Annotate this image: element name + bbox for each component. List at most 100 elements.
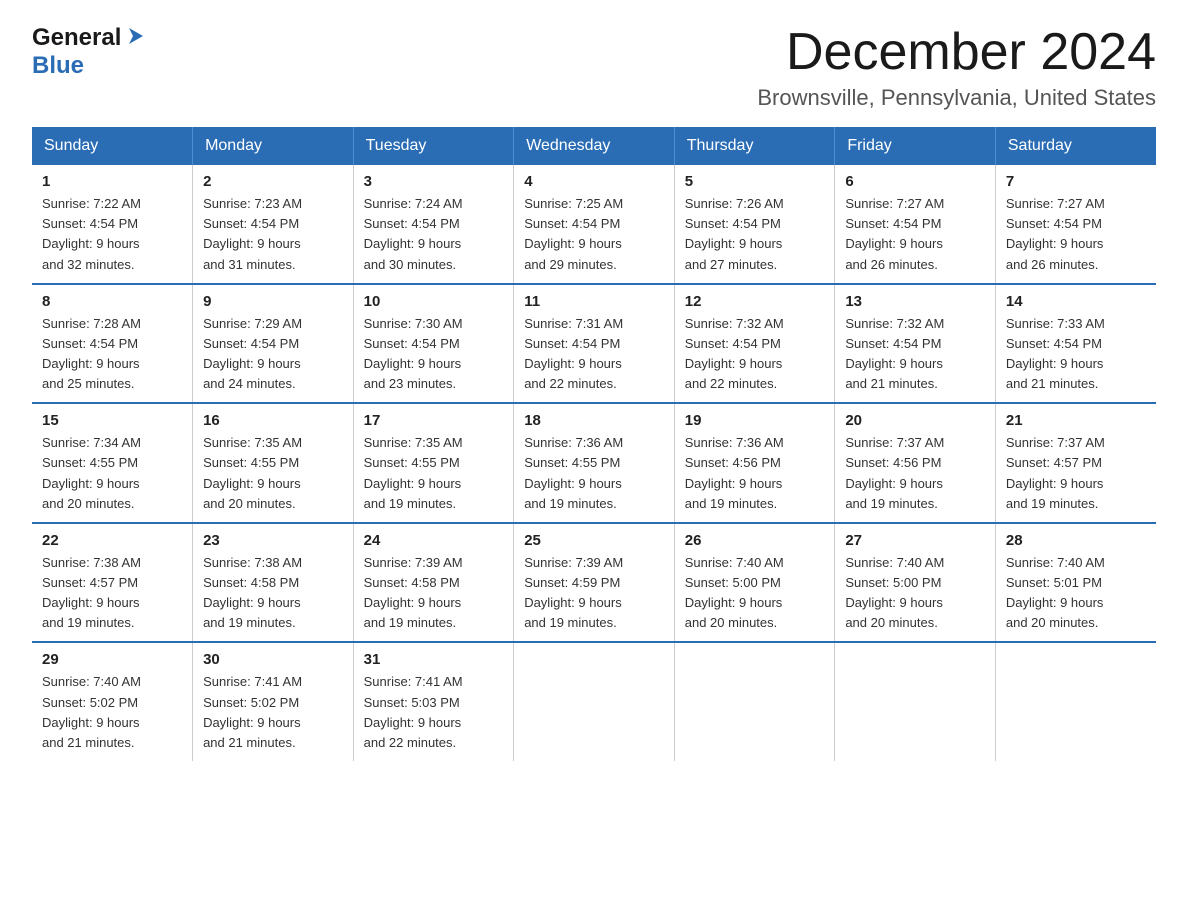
- day-number: 14: [1006, 293, 1146, 310]
- calendar-cell: 15 Sunrise: 7:34 AMSunset: 4:55 PMDaylig…: [32, 403, 193, 523]
- calendar-week-row: 1 Sunrise: 7:22 AMSunset: 4:54 PMDayligh…: [32, 165, 1156, 284]
- calendar-cell: 25 Sunrise: 7:39 AMSunset: 4:59 PMDaylig…: [514, 523, 675, 643]
- logo: General Blue: [32, 24, 145, 80]
- calendar-week-row: 8 Sunrise: 7:28 AMSunset: 4:54 PMDayligh…: [32, 284, 1156, 404]
- calendar-cell: 26 Sunrise: 7:40 AMSunset: 5:00 PMDaylig…: [674, 523, 835, 643]
- calendar-cell: 30 Sunrise: 7:41 AMSunset: 5:02 PMDaylig…: [193, 642, 354, 761]
- calendar-cell: 31 Sunrise: 7:41 AMSunset: 5:03 PMDaylig…: [353, 642, 514, 761]
- weekday-header-monday: Monday: [193, 127, 354, 165]
- weekday-header-row: SundayMondayTuesdayWednesdayThursdayFrid…: [32, 127, 1156, 165]
- day-detail: Sunrise: 7:36 AMSunset: 4:56 PMDaylight:…: [685, 433, 825, 514]
- calendar-cell: 18 Sunrise: 7:36 AMSunset: 4:55 PMDaylig…: [514, 403, 675, 523]
- weekday-header-friday: Friday: [835, 127, 996, 165]
- calendar-week-row: 15 Sunrise: 7:34 AMSunset: 4:55 PMDaylig…: [32, 403, 1156, 523]
- day-detail: Sunrise: 7:30 AMSunset: 4:54 PMDaylight:…: [364, 314, 504, 395]
- day-number: 12: [685, 293, 825, 310]
- day-number: 23: [203, 532, 343, 549]
- day-number: 5: [685, 173, 825, 190]
- calendar-week-row: 22 Sunrise: 7:38 AMSunset: 4:57 PMDaylig…: [32, 523, 1156, 643]
- calendar-week-row: 29 Sunrise: 7:40 AMSunset: 5:02 PMDaylig…: [32, 642, 1156, 761]
- day-detail: Sunrise: 7:35 AMSunset: 4:55 PMDaylight:…: [364, 433, 504, 514]
- calendar-cell: 29 Sunrise: 7:40 AMSunset: 5:02 PMDaylig…: [32, 642, 193, 761]
- day-detail: Sunrise: 7:40 AMSunset: 5:01 PMDaylight:…: [1006, 553, 1146, 634]
- day-detail: Sunrise: 7:40 AMSunset: 5:02 PMDaylight:…: [42, 672, 182, 753]
- day-number: 10: [364, 293, 504, 310]
- day-detail: Sunrise: 7:32 AMSunset: 4:54 PMDaylight:…: [845, 314, 985, 395]
- day-detail: Sunrise: 7:29 AMSunset: 4:54 PMDaylight:…: [203, 314, 343, 395]
- day-detail: Sunrise: 7:26 AMSunset: 4:54 PMDaylight:…: [685, 194, 825, 275]
- logo-general-text: General: [32, 24, 121, 52]
- day-number: 20: [845, 412, 985, 429]
- calendar-cell: 8 Sunrise: 7:28 AMSunset: 4:54 PMDayligh…: [32, 284, 193, 404]
- day-detail: Sunrise: 7:39 AMSunset: 4:58 PMDaylight:…: [364, 553, 504, 634]
- weekday-header-thursday: Thursday: [674, 127, 835, 165]
- calendar-cell: 6 Sunrise: 7:27 AMSunset: 4:54 PMDayligh…: [835, 165, 996, 284]
- calendar-cell: 12 Sunrise: 7:32 AMSunset: 4:54 PMDaylig…: [674, 284, 835, 404]
- calendar-cell: 22 Sunrise: 7:38 AMSunset: 4:57 PMDaylig…: [32, 523, 193, 643]
- day-number: 22: [42, 532, 182, 549]
- weekday-header-wednesday: Wednesday: [514, 127, 675, 165]
- day-detail: Sunrise: 7:27 AMSunset: 4:54 PMDaylight:…: [845, 194, 985, 275]
- day-number: 11: [524, 293, 664, 310]
- calendar-cell: 9 Sunrise: 7:29 AMSunset: 4:54 PMDayligh…: [193, 284, 354, 404]
- day-number: 18: [524, 412, 664, 429]
- day-number: 2: [203, 173, 343, 190]
- day-number: 1: [42, 173, 182, 190]
- day-detail: Sunrise: 7:34 AMSunset: 4:55 PMDaylight:…: [42, 433, 182, 514]
- logo-blue-text: Blue: [32, 52, 84, 79]
- month-title: December 2024: [757, 24, 1156, 81]
- day-detail: Sunrise: 7:25 AMSunset: 4:54 PMDaylight:…: [524, 194, 664, 275]
- day-detail: Sunrise: 7:31 AMSunset: 4:54 PMDaylight:…: [524, 314, 664, 395]
- day-number: 13: [845, 293, 985, 310]
- calendar-table: SundayMondayTuesdayWednesdayThursdayFrid…: [32, 127, 1156, 761]
- day-detail: Sunrise: 7:36 AMSunset: 4:55 PMDaylight:…: [524, 433, 664, 514]
- day-number: 7: [1006, 173, 1146, 190]
- day-detail: Sunrise: 7:41 AMSunset: 5:02 PMDaylight:…: [203, 672, 343, 753]
- page-header: General Blue December 2024 Brownsville, …: [32, 24, 1156, 111]
- day-detail: Sunrise: 7:37 AMSunset: 4:56 PMDaylight:…: [845, 433, 985, 514]
- day-number: 28: [1006, 532, 1146, 549]
- day-detail: Sunrise: 7:41 AMSunset: 5:03 PMDaylight:…: [364, 672, 504, 753]
- day-number: 21: [1006, 412, 1146, 429]
- day-detail: Sunrise: 7:27 AMSunset: 4:54 PMDaylight:…: [1006, 194, 1146, 275]
- day-number: 30: [203, 651, 343, 668]
- calendar-cell: 7 Sunrise: 7:27 AMSunset: 4:54 PMDayligh…: [995, 165, 1156, 284]
- day-detail: Sunrise: 7:22 AMSunset: 4:54 PMDaylight:…: [42, 194, 182, 275]
- day-number: 17: [364, 412, 504, 429]
- day-number: 6: [845, 173, 985, 190]
- day-detail: Sunrise: 7:24 AMSunset: 4:54 PMDaylight:…: [364, 194, 504, 275]
- day-number: 15: [42, 412, 182, 429]
- day-detail: Sunrise: 7:38 AMSunset: 4:57 PMDaylight:…: [42, 553, 182, 634]
- calendar-cell: 20 Sunrise: 7:37 AMSunset: 4:56 PMDaylig…: [835, 403, 996, 523]
- day-number: 16: [203, 412, 343, 429]
- calendar-cell: 28 Sunrise: 7:40 AMSunset: 5:01 PMDaylig…: [995, 523, 1156, 643]
- day-detail: Sunrise: 7:32 AMSunset: 4:54 PMDaylight:…: [685, 314, 825, 395]
- day-detail: Sunrise: 7:38 AMSunset: 4:58 PMDaylight:…: [203, 553, 343, 634]
- day-number: 4: [524, 173, 664, 190]
- day-number: 9: [203, 293, 343, 310]
- calendar-cell: 27 Sunrise: 7:40 AMSunset: 5:00 PMDaylig…: [835, 523, 996, 643]
- calendar-cell: 21 Sunrise: 7:37 AMSunset: 4:57 PMDaylig…: [995, 403, 1156, 523]
- day-number: 29: [42, 651, 182, 668]
- day-detail: Sunrise: 7:40 AMSunset: 5:00 PMDaylight:…: [845, 553, 985, 634]
- calendar-cell: 19 Sunrise: 7:36 AMSunset: 4:56 PMDaylig…: [674, 403, 835, 523]
- day-number: 25: [524, 532, 664, 549]
- day-number: 27: [845, 532, 985, 549]
- calendar-cell: 17 Sunrise: 7:35 AMSunset: 4:55 PMDaylig…: [353, 403, 514, 523]
- calendar-cell: 10 Sunrise: 7:30 AMSunset: 4:54 PMDaylig…: [353, 284, 514, 404]
- logo-arrow-icon: [125, 26, 145, 51]
- title-block: December 2024 Brownsville, Pennsylvania,…: [757, 24, 1156, 111]
- day-number: 26: [685, 532, 825, 549]
- day-detail: Sunrise: 7:28 AMSunset: 4:54 PMDaylight:…: [42, 314, 182, 395]
- location-subtitle: Brownsville, Pennsylvania, United States: [757, 85, 1156, 111]
- day-number: 24: [364, 532, 504, 549]
- day-detail: Sunrise: 7:39 AMSunset: 4:59 PMDaylight:…: [524, 553, 664, 634]
- calendar-cell: [835, 642, 996, 761]
- day-detail: Sunrise: 7:35 AMSunset: 4:55 PMDaylight:…: [203, 433, 343, 514]
- day-detail: Sunrise: 7:40 AMSunset: 5:00 PMDaylight:…: [685, 553, 825, 634]
- calendar-cell: 4 Sunrise: 7:25 AMSunset: 4:54 PMDayligh…: [514, 165, 675, 284]
- calendar-cell: 16 Sunrise: 7:35 AMSunset: 4:55 PMDaylig…: [193, 403, 354, 523]
- calendar-cell: [514, 642, 675, 761]
- day-number: 3: [364, 173, 504, 190]
- weekday-header-saturday: Saturday: [995, 127, 1156, 165]
